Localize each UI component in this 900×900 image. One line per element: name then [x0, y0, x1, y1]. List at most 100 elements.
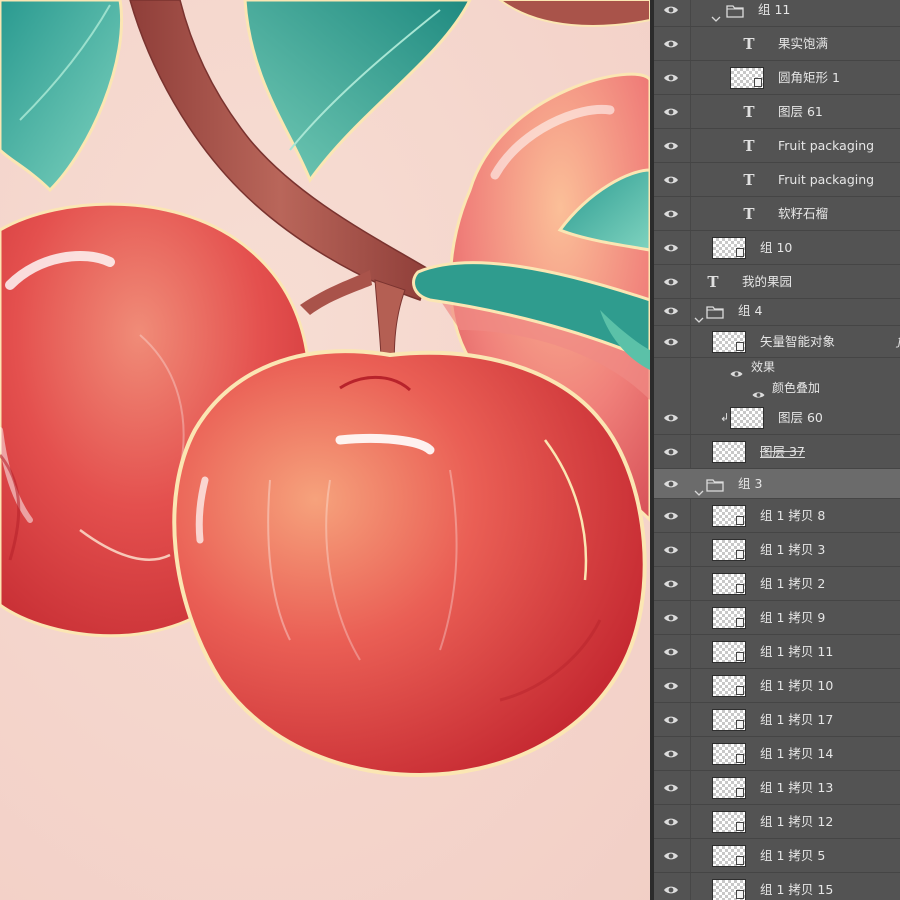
layer-name-label[interactable]: 矢量智能对象: [760, 334, 835, 350]
layer-name-label[interactable]: 图层 37: [760, 444, 805, 460]
layer-row[interactable]: 组 1 拷贝 2: [654, 567, 900, 601]
visibility-eye-icon[interactable]: [663, 647, 679, 657]
layer-row[interactable]: 组 1 拷贝 9: [654, 601, 900, 635]
layer-row[interactable]: 组 1 拷贝 10: [654, 669, 900, 703]
layer-name-label[interactable]: 软籽石榴: [778, 206, 828, 222]
visibility-eye-icon[interactable]: [663, 851, 679, 861]
layer-thumbnail: [712, 606, 746, 629]
group-expand-chevron-icon[interactable]: [711, 7, 721, 22]
layer-row[interactable]: 组 1 拷贝 13: [654, 771, 900, 805]
layer-row[interactable]: 组 11: [654, 0, 900, 27]
layer-row[interactable]: 组 1 拷贝 11: [654, 635, 900, 669]
layer-name-label[interactable]: 组 1 拷贝 12: [760, 814, 833, 830]
visibility-eye-icon[interactable]: [663, 306, 679, 316]
layer-row[interactable]: T 我的果园: [654, 265, 900, 299]
layer-row[interactable]: T 果实饱满: [654, 27, 900, 61]
layer-name-label[interactable]: 效果: [751, 359, 775, 375]
layer-name-label[interactable]: 果实饱满: [778, 36, 828, 52]
visibility-eye-icon[interactable]: [663, 141, 679, 151]
layer-row[interactable]: 图层 37: [654, 435, 900, 469]
layer-name-label[interactable]: 组 1 拷贝 10: [760, 678, 833, 694]
visibility-eye-icon[interactable]: [663, 817, 679, 827]
visibility-eye-icon[interactable]: [663, 783, 679, 793]
layer-row[interactable]: 圆角矩形 1: [654, 61, 900, 95]
layer-thumbnail: [712, 844, 746, 867]
layer-name-label[interactable]: 组 3: [738, 476, 762, 492]
layer-row[interactable]: 组 3: [654, 469, 900, 499]
group-expand-chevron-icon[interactable]: [694, 308, 704, 323]
layer-name-label[interactable]: 图层 60: [778, 410, 823, 426]
layer-row[interactable]: T Fruit packaging: [654, 129, 900, 163]
effects-visibility-eye-icon[interactable]: [730, 363, 743, 377]
layer-row[interactable]: T 图层 61: [654, 95, 900, 129]
layer-name-label[interactable]: 组 1 拷贝 5: [760, 848, 825, 864]
layer-name-label[interactable]: 组 1 拷贝 11: [760, 644, 833, 660]
document-canvas[interactable]: [0, 0, 650, 900]
layer-name-label[interactable]: 组 1 拷贝 14: [760, 746, 833, 762]
visibility-eye-icon[interactable]: [663, 885, 679, 895]
layer-row[interactable]: 组 1 拷贝 8: [654, 499, 900, 533]
visibility-eye-icon[interactable]: [663, 175, 679, 185]
visibility-eye-icon[interactable]: [663, 5, 679, 15]
visibility-eye-icon[interactable]: [663, 337, 679, 347]
visibility-eye-icon[interactable]: [663, 277, 679, 287]
layer-row[interactable]: 组 1 拷贝 5: [654, 839, 900, 873]
layer-thumbnail: [712, 538, 746, 561]
visibility-eye-icon[interactable]: [663, 715, 679, 725]
visibility-eye-icon[interactable]: [663, 73, 679, 83]
layer-thumbnail: [712, 810, 746, 833]
layer-row[interactable]: T 软籽石榴: [654, 197, 900, 231]
visibility-eye-icon[interactable]: [663, 511, 679, 521]
visibility-eye-icon[interactable]: [663, 545, 679, 555]
layer-row[interactable]: 组 1 拷贝 14: [654, 737, 900, 771]
visibility-eye-icon[interactable]: [663, 413, 679, 423]
layer-name-label[interactable]: 圆角矩形 1: [778, 70, 840, 86]
visibility-eye-icon[interactable]: [663, 579, 679, 589]
visibility-eye-icon[interactable]: [663, 479, 679, 489]
layer-row[interactable]: 效果: [654, 358, 900, 377]
visibility-eye-icon[interactable]: [663, 749, 679, 759]
layer-row[interactable]: 颜色叠加: [654, 376, 900, 400]
layer-name-label[interactable]: 组 1 拷贝 15: [760, 882, 833, 898]
layer-name-label[interactable]: 组 1 拷贝 8: [760, 508, 825, 524]
visibility-eye-icon[interactable]: [663, 39, 679, 49]
layer-row[interactable]: 组 1 拷贝 17: [654, 703, 900, 737]
layer-thumbnail: [712, 440, 746, 463]
visibility-eye-icon[interactable]: [663, 107, 679, 117]
layer-name-label[interactable]: 图层 61: [778, 104, 823, 120]
layer-thumbnail: [712, 330, 746, 353]
text-layer-icon: T: [743, 136, 755, 155]
layer-row[interactable]: T Fruit packaging: [654, 163, 900, 197]
layer-thumbnail: [712, 878, 746, 900]
layer-row[interactable]: ↲ 图层 60: [654, 401, 900, 435]
text-layer-icon: T: [707, 272, 719, 291]
layer-name-label[interactable]: 组 1 拷贝 9: [760, 610, 825, 626]
smart-object-badge-icon: [736, 719, 744, 729]
visibility-eye-icon[interactable]: [663, 243, 679, 253]
layer-row[interactable]: 组 1 拷贝 3: [654, 533, 900, 567]
layer-name-label[interactable]: Fruit packaging: [778, 138, 874, 154]
layer-name-label[interactable]: 组 1 拷贝 3: [760, 542, 825, 558]
layer-name-label[interactable]: 组 1 拷贝 13: [760, 780, 833, 796]
layer-row[interactable]: 矢量智能对象ƒ: [654, 326, 900, 358]
layer-row[interactable]: 组 10: [654, 231, 900, 265]
layer-name-label[interactable]: 我的果园: [742, 274, 792, 290]
layer-row[interactable]: 组 4: [654, 296, 900, 326]
layer-name-label[interactable]: Fruit packaging: [778, 172, 874, 188]
visibility-eye-icon[interactable]: [663, 681, 679, 691]
layer-name-label[interactable]: 组 10: [760, 240, 792, 256]
layer-name-label[interactable]: 颜色叠加: [772, 380, 820, 396]
layer-name-label[interactable]: 组 1 拷贝 2: [760, 576, 825, 592]
effect-visibility-eye-icon[interactable]: [752, 384, 765, 398]
group-expand-chevron-icon[interactable]: [694, 481, 704, 496]
layer-row[interactable]: 组 1 拷贝 15: [654, 873, 900, 900]
visibility-eye-icon[interactable]: [663, 613, 679, 623]
visibility-eye-icon[interactable]: [663, 447, 679, 457]
layer-name-label[interactable]: 组 11: [758, 2, 790, 18]
layer-thumbnail: [712, 236, 746, 259]
layer-row[interactable]: 组 1 拷贝 12: [654, 805, 900, 839]
layer-thumbnail: [730, 406, 764, 429]
visibility-eye-icon[interactable]: [663, 209, 679, 219]
layer-name-label[interactable]: 组 1 拷贝 17: [760, 712, 833, 728]
layer-name-label[interactable]: 组 4: [738, 303, 762, 319]
